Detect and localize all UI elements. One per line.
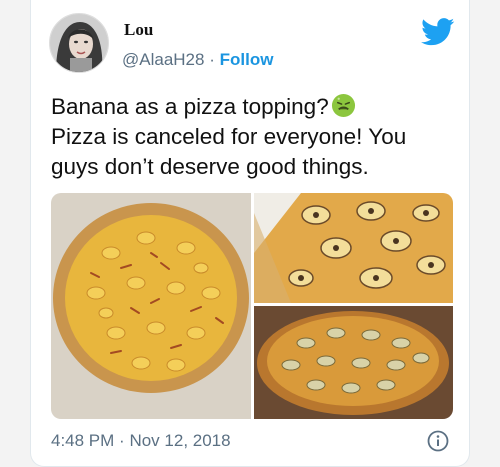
pizza-photo-3[interactable] [254, 306, 453, 419]
pizza-photo-2[interactable] [254, 193, 453, 303]
tweet-line-3: guys don’t deserve good things. [51, 154, 369, 179]
avatar[interactable] [49, 13, 109, 73]
nauseated-face-icon [331, 93, 355, 118]
tweet-line-2: Pizza is canceled for everyone! You [51, 124, 407, 149]
tweet-date: Nov 12, 2018 [129, 431, 231, 450]
tweet-line-1-text: Banana as a pizza topping? [51, 94, 329, 119]
media-grid[interactable] [51, 193, 453, 419]
author-handle[interactable]: @AlaaH28 [122, 50, 204, 69]
tweet-text: Banana as a pizza topping? Pizza is canc… [51, 92, 461, 182]
tweet-timestamp[interactable]: 4:48 PM · Nov 12, 2018 [51, 431, 231, 451]
info-icon[interactable] [427, 430, 449, 452]
tweet-line-1: Banana as a pizza topping? [51, 92, 461, 122]
follow-button[interactable]: Follow [220, 50, 274, 69]
handle-row: @AlaaH28 · Follow [122, 50, 273, 70]
timestamp-separator: · [119, 431, 125, 450]
pizza-photo-1[interactable] [51, 193, 251, 419]
author-name[interactable]: Lou [124, 20, 153, 40]
handle-separator: · [209, 50, 215, 69]
tweet-time: 4:48 PM [51, 431, 115, 450]
tweet-card: Lou @AlaaH28 · Follow Banana as a pizza … [30, 0, 470, 467]
twitter-bird-icon[interactable] [421, 18, 455, 46]
